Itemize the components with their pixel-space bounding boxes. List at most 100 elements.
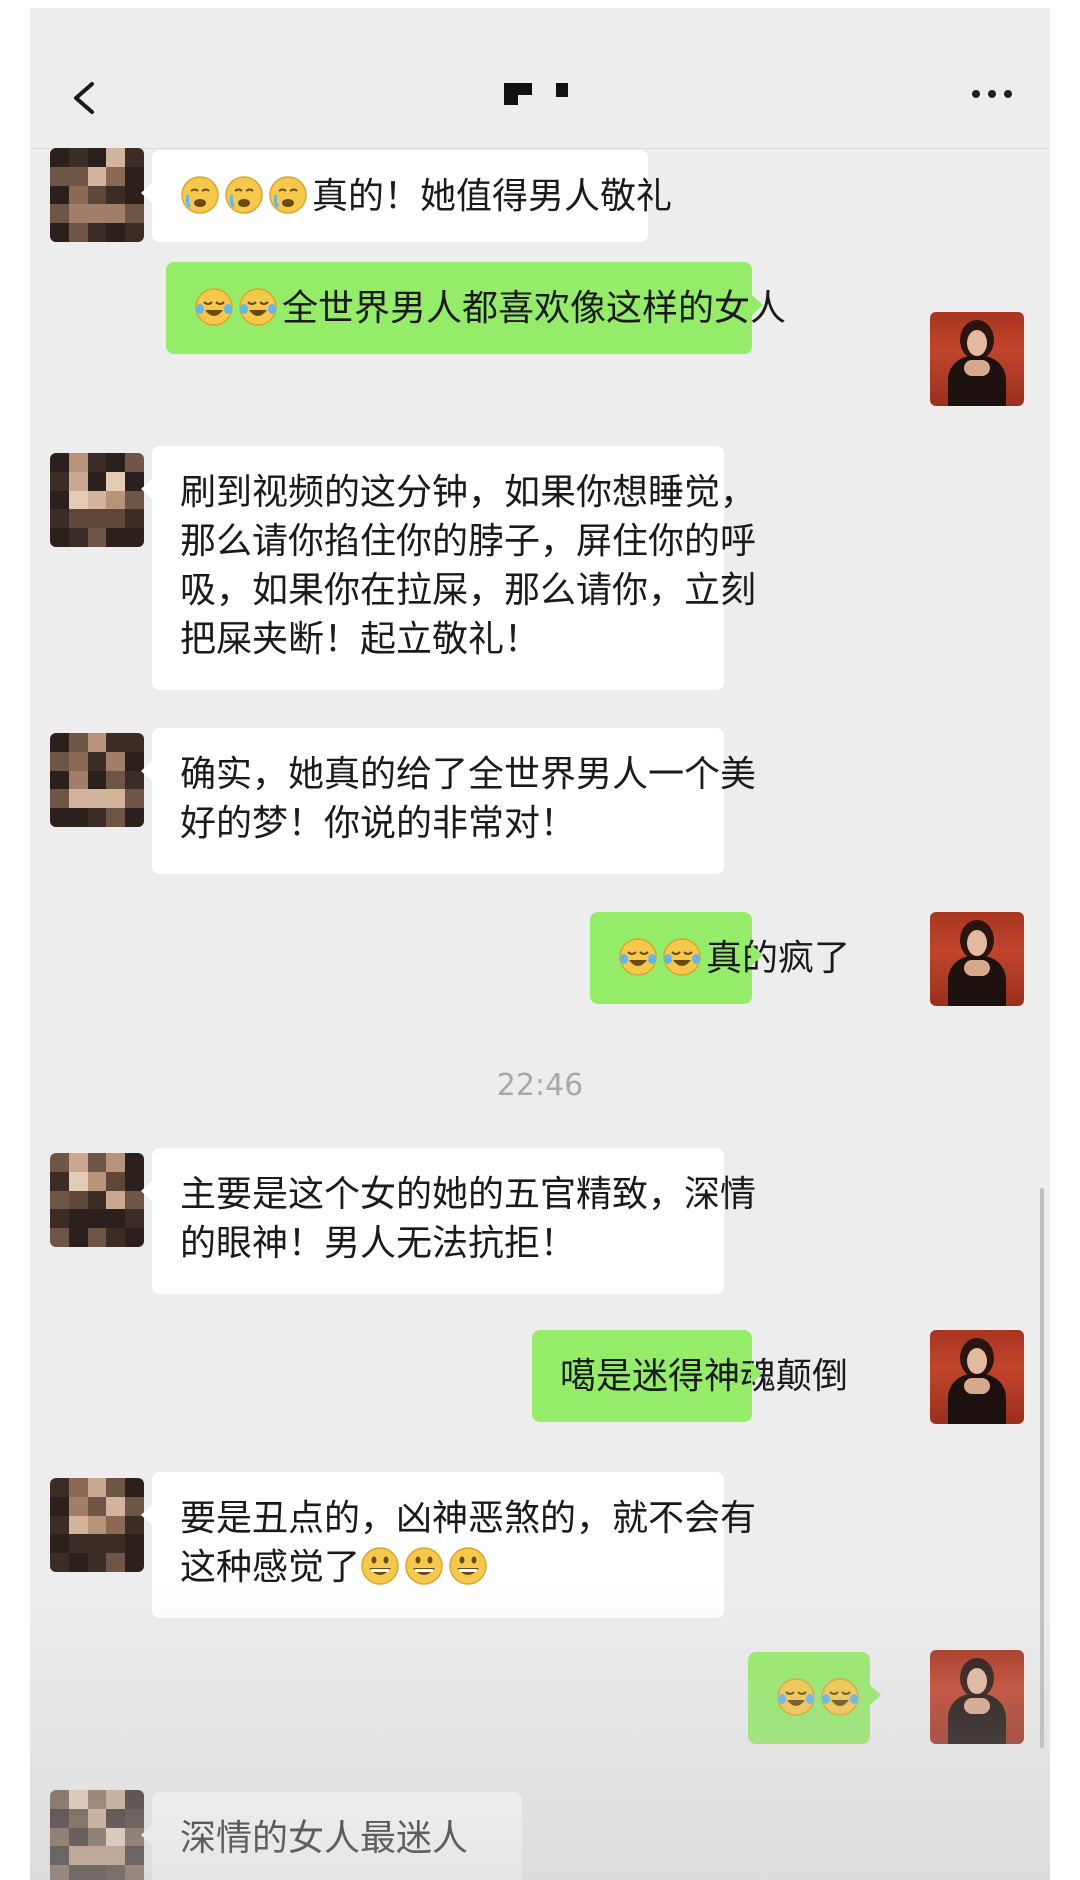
mosaic-cell bbox=[106, 453, 126, 472]
mosaic-cell bbox=[68, 166, 88, 186]
crying-face-icon bbox=[225, 176, 263, 214]
message-bubble-outgoing[interactable]: 噶是迷得神魂颠倒 bbox=[532, 1330, 849, 1422]
mosaic-cell bbox=[106, 148, 126, 167]
user-avatar[interactable] bbox=[930, 312, 1024, 406]
mosaic-cell bbox=[68, 528, 88, 547]
mosaic-cell bbox=[106, 204, 126, 224]
message-bubble-incoming[interactable]: 主要是这个女的她的五官精致，深情 的眼神！男人无法抗拒！ bbox=[141, 1148, 757, 1294]
mosaic-cell bbox=[125, 1478, 144, 1497]
message-text: 把屎夹断！起立敬礼！ bbox=[180, 619, 541, 660]
mosaic-cell bbox=[125, 204, 144, 224]
mosaic-cell bbox=[106, 1827, 126, 1847]
mosaic-cell bbox=[68, 223, 88, 242]
mosaic-cell bbox=[106, 1190, 126, 1210]
mosaic-cell bbox=[50, 733, 69, 752]
contact-avatar[interactable] bbox=[50, 1153, 144, 1247]
mosaic-cell bbox=[106, 1515, 126, 1535]
contact-avatar[interactable] bbox=[50, 1790, 144, 1880]
mosaic-cell bbox=[106, 1865, 126, 1880]
mosaic-cell bbox=[68, 471, 88, 491]
mosaic-cell bbox=[106, 789, 126, 809]
mosaic-cell bbox=[87, 751, 107, 771]
mosaic-cell bbox=[68, 1190, 88, 1210]
mosaic-cell bbox=[50, 1534, 69, 1554]
mosaic-cell bbox=[106, 1846, 126, 1866]
mosaic-cell bbox=[125, 1534, 144, 1554]
message-text: 这种感觉了 bbox=[180, 1547, 361, 1588]
message-bubble-outgoing[interactable]: 全世界男人都喜欢像这样的女人 bbox=[166, 262, 786, 354]
mosaic-cell bbox=[50, 453, 69, 472]
mosaic-cell bbox=[68, 1515, 88, 1535]
mosaic-cell bbox=[68, 1496, 88, 1516]
contact-avatar[interactable] bbox=[50, 453, 144, 547]
mosaic-cell bbox=[87, 528, 107, 547]
mosaic-cell bbox=[87, 148, 107, 167]
mosaic-cell bbox=[106, 1478, 126, 1497]
mosaic-cell bbox=[87, 1153, 107, 1172]
mosaic-cell bbox=[87, 471, 107, 491]
mosaic-cell bbox=[125, 808, 144, 827]
mosaic-cell bbox=[125, 528, 144, 547]
mosaic-cell bbox=[50, 166, 69, 186]
mosaic-cell bbox=[50, 148, 69, 167]
mosaic-cell bbox=[87, 1846, 107, 1866]
mosaic-cell bbox=[50, 185, 69, 205]
tears-of-joy-icon bbox=[821, 1678, 859, 1716]
message-bubble-incoming[interactable]: 要是丑点的，凶神恶煞的，就不会有 这种感觉了 bbox=[141, 1472, 757, 1618]
message-text: 要是丑点的，凶神恶煞的，就不会有 bbox=[180, 1498, 757, 1539]
message-bubble-outgoing[interactable] bbox=[748, 1652, 881, 1744]
mosaic-cell bbox=[106, 490, 126, 510]
mosaic-cell bbox=[50, 770, 69, 790]
mosaic-cell bbox=[68, 751, 88, 771]
mosaic-cell bbox=[125, 453, 144, 472]
mosaic-cell bbox=[50, 1790, 69, 1809]
more-horizontal-icon[interactable] bbox=[972, 90, 1012, 98]
scrollbar[interactable] bbox=[1040, 1188, 1044, 1748]
message-bubble-incoming[interactable]: 确实，她真的给了全世界男人一个美 好的梦！你说的非常对！ bbox=[141, 728, 756, 874]
mosaic-cell bbox=[87, 453, 107, 472]
message-text: 噶是迷得神魂颠倒 bbox=[560, 1356, 849, 1397]
message-text: 那么请你掐住你的脖子，屏住你的呼 bbox=[180, 521, 757, 562]
mosaic-cell bbox=[50, 204, 69, 224]
mosaic-cell bbox=[87, 1515, 107, 1535]
mosaic-cell bbox=[87, 1534, 107, 1554]
mosaic-cell bbox=[106, 751, 126, 771]
message-bubble-incoming[interactable]: 深情的女人最迷人 bbox=[141, 1792, 522, 1880]
mosaic-cell bbox=[87, 733, 107, 752]
mosaic-cell bbox=[68, 1808, 88, 1828]
message-bubble-incoming[interactable]: 刷到视频的这分钟，如果你想睡觉， 那么请你掐住你的脖子，屏住你的呼 吸，如果你在… bbox=[141, 446, 757, 690]
message-bubble-outgoing[interactable]: 真的疯了 bbox=[590, 912, 850, 1004]
mosaic-cell bbox=[50, 1209, 69, 1229]
message-text: 主要是这个女的她的五官精致，深情 bbox=[180, 1174, 757, 1215]
contact-avatar[interactable] bbox=[50, 148, 144, 242]
tears-of-joy-icon bbox=[663, 938, 701, 976]
mosaic-cell bbox=[106, 1171, 126, 1191]
mosaic-cell bbox=[106, 471, 126, 491]
mosaic-cell bbox=[68, 789, 88, 809]
user-avatar[interactable] bbox=[930, 912, 1024, 1006]
mosaic-cell bbox=[87, 490, 107, 510]
mosaic-cell bbox=[68, 733, 88, 752]
mosaic-cell bbox=[106, 770, 126, 790]
chat-screen: 真的！她值得男人敬礼 全世界男人都喜欢像这样的女人 刷到视频的这分钟，如果你想睡… bbox=[30, 8, 1050, 1880]
mosaic-cell bbox=[87, 1478, 107, 1497]
mosaic-cell bbox=[68, 1478, 88, 1497]
tears-of-joy-icon bbox=[777, 1678, 815, 1716]
mosaic-cell bbox=[50, 1846, 69, 1866]
message-bubble-incoming[interactable]: 真的！她值得男人敬礼 bbox=[141, 150, 672, 242]
contact-avatar[interactable] bbox=[50, 733, 144, 827]
mosaic-cell bbox=[106, 1790, 126, 1809]
mosaic-cell bbox=[125, 1153, 144, 1172]
mosaic-cell bbox=[68, 490, 88, 510]
mosaic-cell bbox=[106, 509, 126, 529]
contact-avatar[interactable] bbox=[50, 1478, 144, 1572]
mosaic-cell bbox=[106, 808, 126, 827]
tears-of-joy-icon bbox=[619, 938, 657, 976]
mosaic-cell bbox=[68, 1865, 88, 1880]
user-avatar[interactable] bbox=[930, 1330, 1024, 1424]
grinning-face-icon bbox=[405, 1547, 443, 1585]
mosaic-cell bbox=[87, 1553, 107, 1572]
chevron-left-icon[interactable] bbox=[64, 78, 104, 118]
user-avatar[interactable] bbox=[930, 1650, 1024, 1744]
mosaic-cell bbox=[68, 1846, 88, 1866]
